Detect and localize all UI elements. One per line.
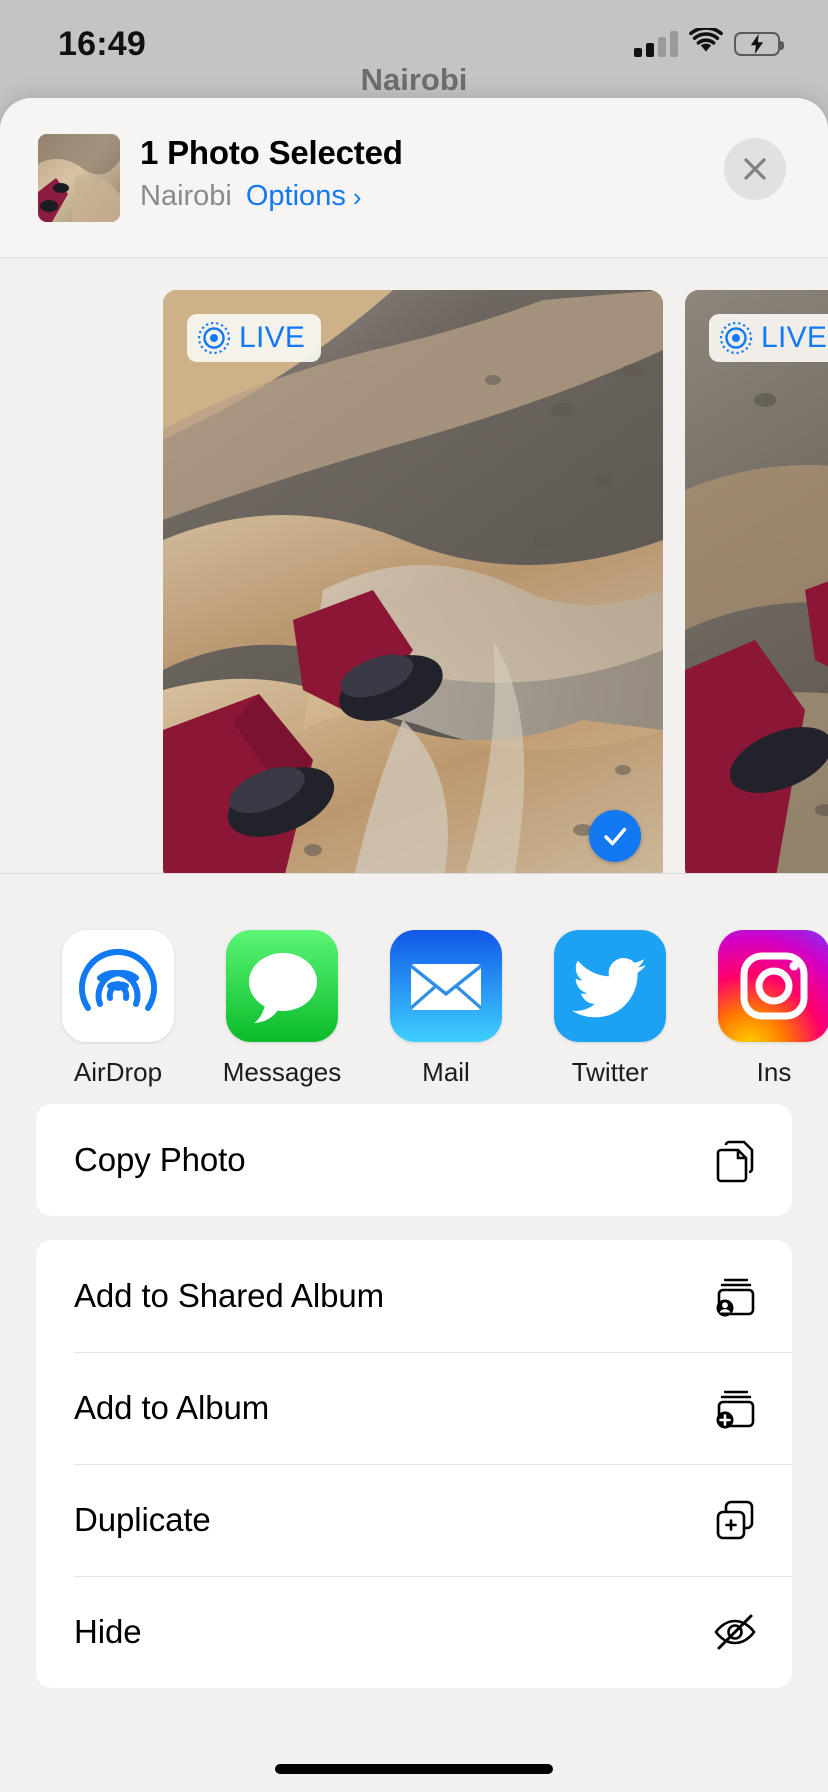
copy-photo-icon — [712, 1137, 758, 1183]
share-app-airdrop[interactable]: AirDrop — [36, 930, 200, 1104]
action-row-add-to-album[interactable]: Add to Album — [36, 1352, 792, 1464]
live-photo-badge-label: LIVE — [761, 321, 828, 354]
messages-icon — [226, 930, 338, 1042]
status-bar: 16:49 — [0, 0, 828, 92]
photo-image — [163, 290, 663, 873]
status-bar-clock: 16:49 — [58, 25, 146, 63]
share-app-label: Mail — [422, 1057, 470, 1087]
instagram-icon — [718, 930, 828, 1042]
share-app-instagram[interactable]: Ins — [692, 930, 828, 1104]
share-sheet-subtitle-row: Nairobi Options › — [140, 180, 403, 213]
photo-image — [685, 290, 828, 873]
live-photo-badge: LIVE — [709, 314, 828, 362]
share-app-row[interactable]: AirDrop Messages Mail Twitter Ins — [0, 874, 828, 1104]
share-app-label: AirDrop — [73, 1057, 163, 1087]
photo-carousel[interactable]: LIVE LIVE — [0, 258, 828, 874]
options-button[interactable]: Options › — [246, 180, 362, 213]
battery-charging-icon — [734, 31, 784, 56]
twitter-icon — [554, 930, 666, 1042]
share-app-mail[interactable]: Mail — [364, 930, 528, 1104]
add-to-shared-album-icon — [712, 1273, 758, 1319]
carousel-photo-item[interactable]: LIVE — [685, 290, 828, 873]
share-app-label: Messages — [222, 1057, 342, 1087]
action-row-duplicate[interactable]: Duplicate — [36, 1464, 792, 1576]
live-photo-icon — [197, 321, 231, 355]
action-row-copy-photo[interactable]: Copy Photo — [36, 1104, 792, 1216]
action-label: Duplicate — [74, 1501, 211, 1538]
options-label: Options — [245, 180, 346, 212]
photo-carousel-track[interactable]: LIVE LIVE — [163, 290, 828, 873]
share-app-twitter[interactable]: Twitter — [528, 930, 692, 1104]
action-label: Add to Album — [74, 1389, 270, 1426]
close-button[interactable] — [724, 138, 786, 200]
chevron-right-icon: › — [352, 181, 362, 212]
share-app-label: Ins — [756, 1057, 792, 1087]
share-app-label: Twitter — [571, 1057, 649, 1087]
share-sheet: 1 Photo Selected Nairobi Options › LIVE … — [0, 98, 828, 1792]
action-group-photo-actions: Add to Shared Album Add to Album Duplica… — [36, 1240, 792, 1688]
action-row-add-to-shared-album[interactable]: Add to Shared Album — [36, 1240, 792, 1352]
share-sheet-header: 1 Photo Selected Nairobi Options › — [0, 98, 828, 258]
charging-bolt-icon — [750, 33, 764, 54]
close-icon — [744, 158, 766, 180]
duplicate-icon — [712, 1497, 758, 1543]
live-photo-badge: LIVE — [187, 314, 322, 362]
carousel-photo-item[interactable]: LIVE — [163, 290, 663, 873]
mail-icon — [390, 930, 502, 1042]
selected-photo-thumbnail — [38, 134, 120, 222]
share-app-messages[interactable]: Messages — [200, 930, 364, 1104]
action-group-copy: Copy Photo — [36, 1104, 792, 1216]
photo-selection-checkbox-selected[interactable] — [589, 810, 641, 862]
airdrop-icon — [62, 930, 174, 1042]
cellular-signal-icon — [634, 30, 678, 57]
checkmark-icon — [604, 827, 627, 846]
wifi-icon — [689, 26, 723, 59]
add-to-album-icon — [712, 1385, 758, 1431]
share-action-list: Copy Photo Add to Shared Album Add to Al… — [0, 1104, 828, 1688]
action-label: Hide — [74, 1613, 142, 1650]
action-row-hide[interactable]: Hide — [36, 1576, 792, 1688]
home-indicator — [275, 1764, 553, 1774]
action-label: Copy Photo — [74, 1141, 246, 1178]
live-photo-badge-label: LIVE — [239, 321, 306, 354]
share-sheet-header-text: 1 Photo Selected Nairobi Options › — [140, 134, 403, 213]
status-bar-indicators — [634, 26, 784, 59]
action-label: Add to Shared Album — [74, 1277, 384, 1314]
live-photo-icon — [719, 321, 753, 355]
share-sheet-title: 1 Photo Selected — [140, 134, 403, 171]
album-name: Nairobi — [140, 180, 232, 212]
hide-icon — [712, 1609, 758, 1655]
